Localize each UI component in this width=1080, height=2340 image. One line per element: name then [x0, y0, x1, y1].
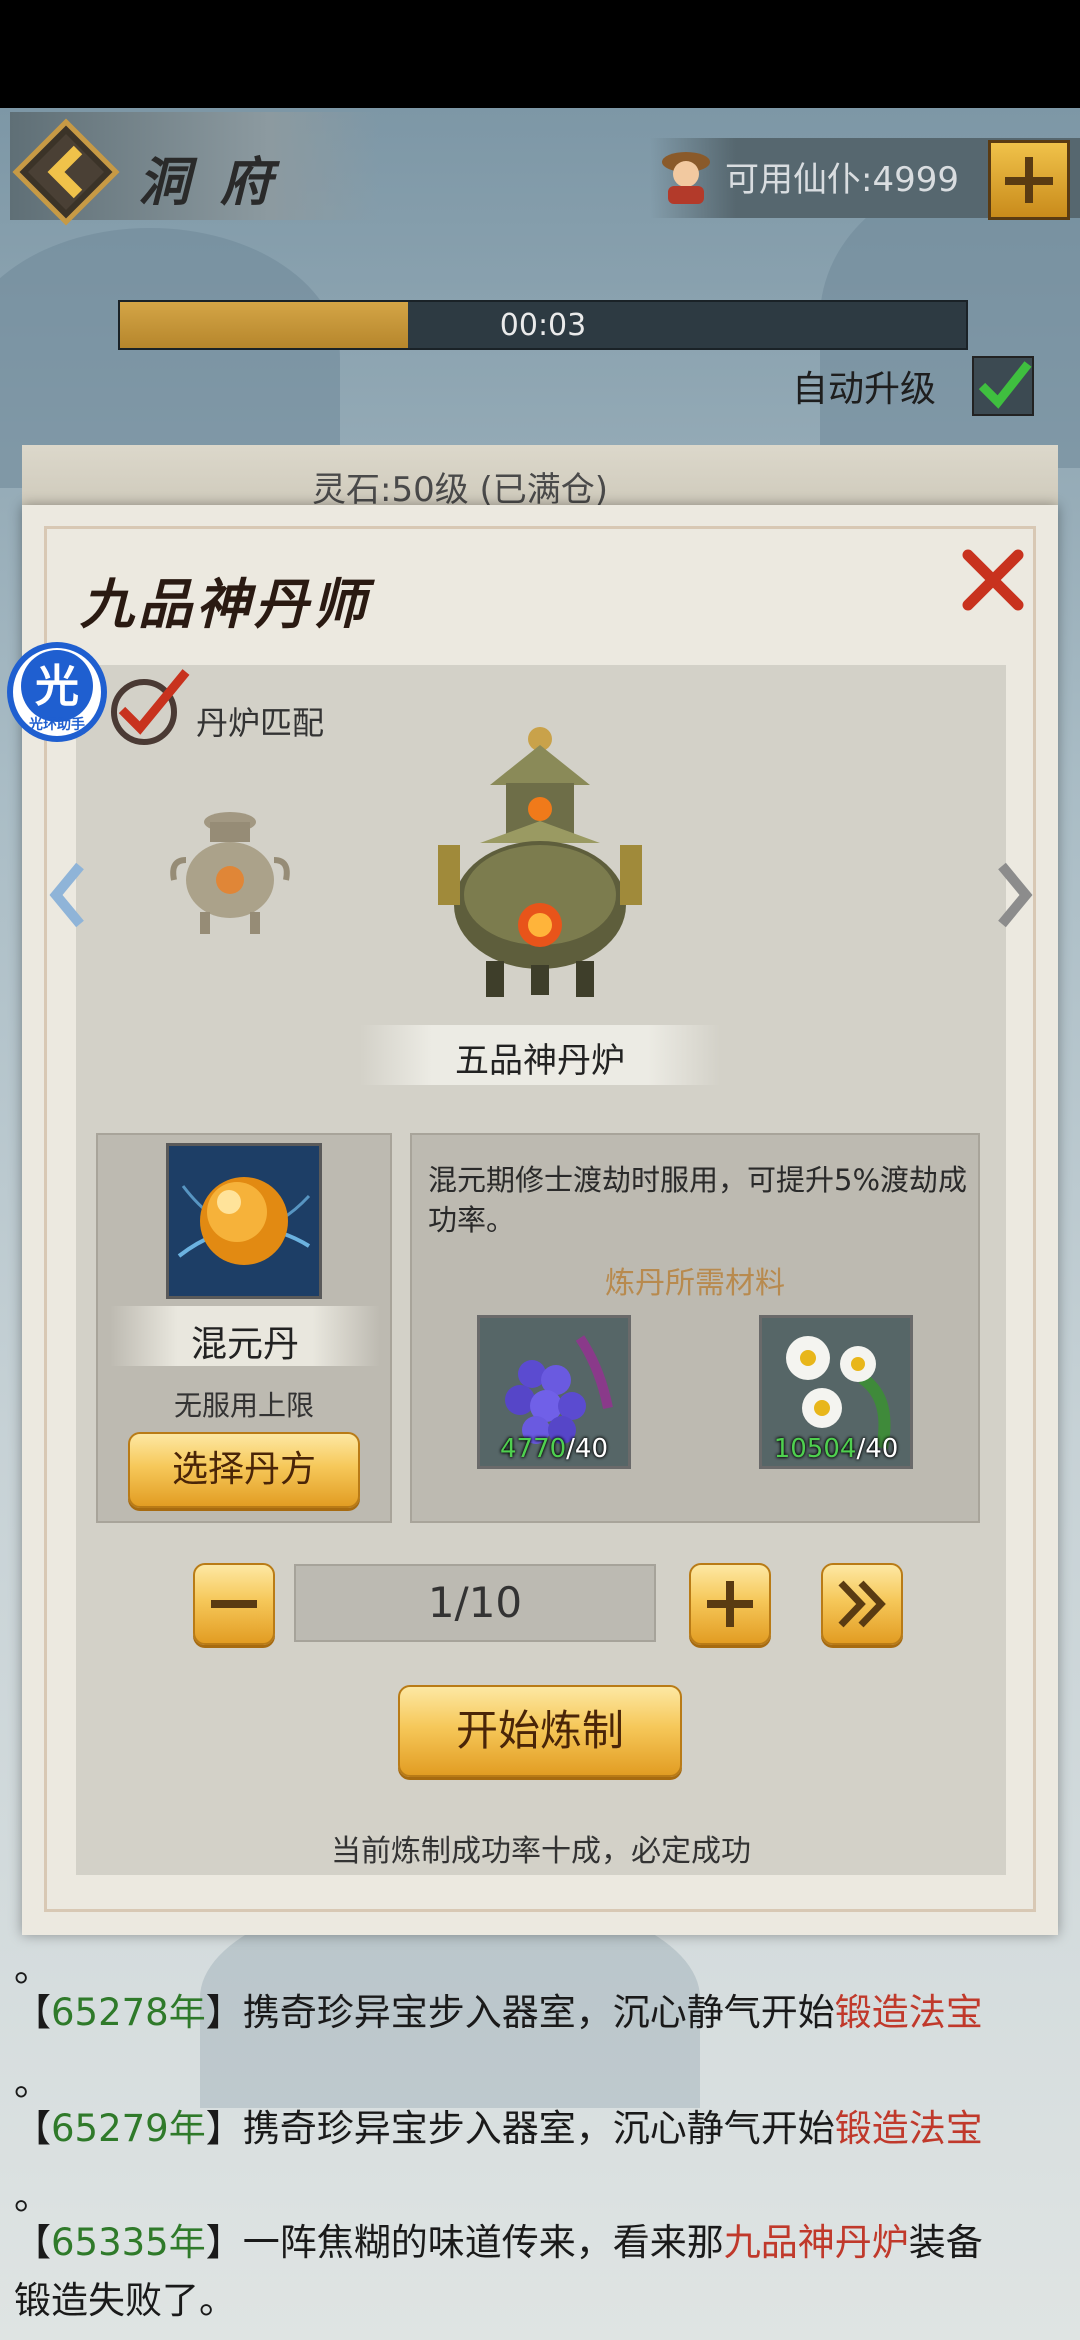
- decrease-quantity-button[interactable]: [193, 1563, 275, 1645]
- log-entry: 【65278年】携奇珍异宝步入器室，沉心静气开始锻造法宝: [14, 1991, 983, 2034]
- servant-avatar-icon: [660, 148, 712, 204]
- progress-time: 00:03: [499, 308, 587, 343]
- dialog-title: 九品神丹师: [80, 572, 370, 636]
- match-check-icon: [111, 669, 190, 745]
- hunyuan-pill-icon: [169, 1146, 319, 1296]
- furnace-name: 五品神丹炉: [455, 1041, 625, 1081]
- previous-furnace-image[interactable]: [160, 800, 300, 940]
- auto-upgrade-checkbox[interactable]: [972, 356, 1034, 416]
- chevron-right-icon: [998, 862, 1033, 928]
- close-icon: [962, 549, 1024, 611]
- helper-badge-text: 光: [35, 661, 79, 712]
- furnace-icon: [170, 812, 290, 934]
- max-quantity-button[interactable]: [821, 1563, 903, 1645]
- material-count-berry: 4770/40: [499, 1434, 608, 1464]
- log-entry: 【65279年】携奇珍异宝步入器室，沉心静气开始锻造法宝: [14, 2107, 983, 2150]
- helper-badge-sub: 光环助手: [29, 717, 85, 733]
- add-servant-button[interactable]: [988, 140, 1070, 220]
- page-title: 洞府: [138, 152, 303, 213]
- log-entry-continued: 锻造失败了。: [14, 2279, 236, 2322]
- furnace-match-toggle[interactable]: [100, 660, 194, 754]
- back-button[interactable]: [12, 118, 120, 226]
- pill-limit: 无服用上限: [173, 1389, 314, 1422]
- servant-count: 可用仙仆:4999: [725, 160, 959, 200]
- furnace-icon: [438, 727, 642, 997]
- start-refining-button[interactable]: 开始炼制: [398, 1685, 682, 1777]
- chevron-left-icon: [49, 862, 84, 928]
- pill-name: 混元丹: [190, 1324, 299, 1365]
- select-recipe-button[interactable]: 选择丹方: [128, 1432, 360, 1508]
- prev-furnace-arrow[interactable]: [48, 860, 88, 930]
- quantity-display: 1/10: [294, 1564, 656, 1642]
- check-icon: [978, 361, 1032, 409]
- back-arrow-icon: [12, 118, 120, 226]
- materials-title: 炼丹所需材料: [605, 1266, 785, 1301]
- pill-description: 混元期修士渡劫时服用，可提升5%渡劫成功率。: [428, 1163, 968, 1237]
- material-slot-flower[interactable]: 10504/40: [759, 1315, 913, 1469]
- auto-upgrade-label: 自动升级: [792, 369, 937, 410]
- material-count-flower: 10504/40: [773, 1434, 899, 1464]
- material-slot-berry[interactable]: 4770/40: [477, 1315, 631, 1469]
- furnace-match-label: 丹炉匹配: [196, 704, 325, 742]
- selected-furnace-image: [430, 725, 650, 1000]
- plus-icon: [707, 1581, 753, 1627]
- increase-quantity-button[interactable]: [689, 1563, 771, 1645]
- upgrade-progress-bar: 00:03: [118, 300, 968, 350]
- next-furnace-arrow[interactable]: [994, 860, 1034, 930]
- pill-image[interactable]: [166, 1143, 322, 1299]
- close-button[interactable]: [958, 545, 1028, 615]
- success-rate-text: 当前炼制成功率十成，必定成功: [331, 1834, 751, 1869]
- log-entry: 【65335年】一阵焦糊的味道传来，看来那九品神丹炉装备: [14, 2221, 983, 2264]
- double-chevron-right-icon: [838, 1580, 886, 1628]
- stone-status: 灵石:50级 (已满仓): [312, 470, 609, 510]
- minus-icon: [211, 1600, 257, 1608]
- helper-badge[interactable]: 光 光环助手: [2, 640, 112, 744]
